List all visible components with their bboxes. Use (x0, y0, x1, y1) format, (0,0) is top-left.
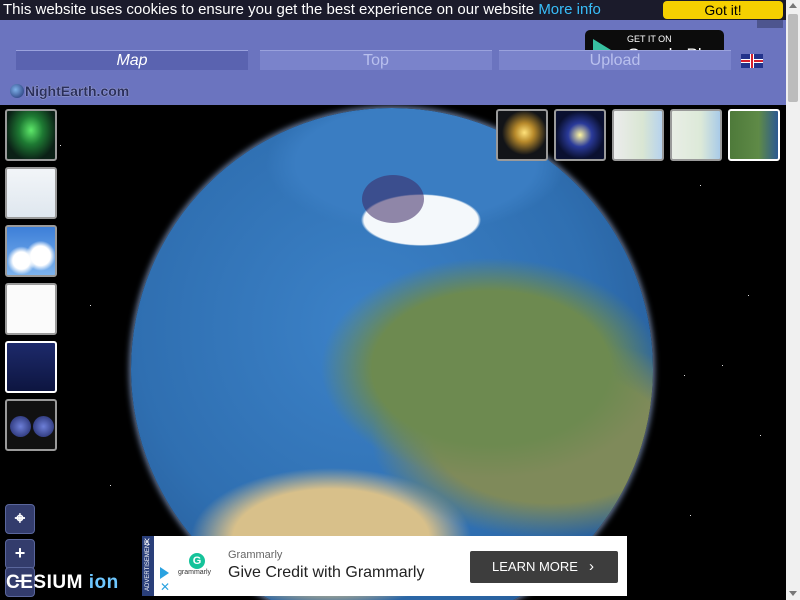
tab-map[interactable]: Map (16, 50, 248, 70)
layer-aurora[interactable] (5, 109, 57, 161)
chevron-right-icon: › (589, 558, 594, 575)
google-play-line1: GET IT ON (627, 34, 672, 44)
tab-upload[interactable]: Upload (499, 50, 731, 70)
cesium-text: CESIUM (6, 572, 83, 593)
night-shade (362, 175, 424, 223)
ad-brand: Grammarly (228, 549, 283, 561)
layer-satellite[interactable] (728, 109, 780, 161)
layer-satellite-night[interactable] (554, 109, 606, 161)
logo-text: NightEarth.com (25, 83, 130, 99)
cookie-accept-button[interactable]: Got it! (663, 1, 783, 19)
learn-more-button[interactable]: LEARN MORE › (470, 551, 618, 583)
scrollbar[interactable] (786, 0, 800, 600)
site-logo[interactable]: NightEarth.com (10, 83, 129, 101)
advertisement[interactable]: ADVERTISEMENT X G grammarly ✕ Grammarly … (142, 536, 627, 596)
globe-map[interactable]: ⌖ + − (0, 105, 786, 600)
layer-flat-world-map[interactable] (5, 167, 57, 219)
layer-city-lights[interactable] (496, 109, 548, 161)
tab-top[interactable]: Top (260, 50, 492, 70)
layer-street-map[interactable] (612, 109, 664, 161)
cookie-text: This website uses cookies to ensure you … (3, 1, 535, 18)
adchoices-play-icon[interactable] (160, 567, 169, 579)
layer-blank-map[interactable] (5, 283, 57, 335)
menu-corner[interactable] (757, 20, 783, 28)
header: GET IT ON Google Play Map Top Upload Nig… (0, 20, 786, 105)
cesium-ion-logo[interactable]: CESIUM ion (6, 570, 119, 596)
close-icon[interactable]: ✕ (160, 580, 170, 594)
layer-two-globes[interactable] (5, 399, 57, 451)
ion-text: ion (88, 572, 119, 593)
ad-close-x[interactable]: X (144, 537, 150, 547)
layer-terrain-map[interactable] (670, 109, 722, 161)
scroll-thumb[interactable] (788, 14, 798, 102)
learn-more-label: LEARN MORE (492, 559, 578, 574)
locate-button[interactable]: ⌖ (5, 504, 35, 534)
layer-night-world-map[interactable] (5, 341, 57, 393)
layer-clouds[interactable] (5, 225, 57, 277)
more-info-link[interactable]: More info (538, 1, 601, 18)
page: This website uses cookies to ensure you … (0, 0, 800, 600)
grammarly-icon: G (189, 553, 205, 569)
ad-headline[interactable]: Give Credit with Grammarly (228, 564, 424, 582)
scroll-down-icon[interactable] (789, 591, 797, 596)
scroll-up-icon[interactable] (789, 3, 797, 8)
globe-icon (10, 84, 24, 98)
zoom-in-button[interactable]: + (5, 539, 35, 569)
grammarly-logo-text: grammarly (178, 569, 212, 576)
uk-flag-icon[interactable] (741, 54, 763, 68)
